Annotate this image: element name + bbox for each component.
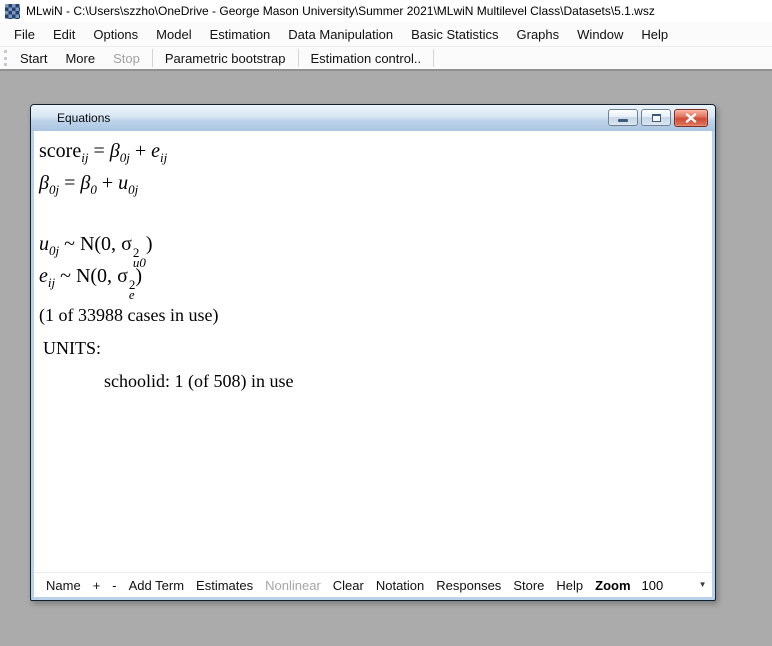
equations-minus-button[interactable]: - bbox=[106, 575, 122, 596]
restore-icon bbox=[652, 114, 661, 122]
equations-window: Equations bbox=[30, 104, 716, 601]
mlwin-main-window: MLwiN - C:\Users\szzho\OneDrive - George… bbox=[0, 0, 772, 646]
equations-nonlinear-button: Nonlinear bbox=[259, 575, 327, 596]
menu-estimation[interactable]: Estimation bbox=[201, 22, 280, 46]
equations-help-button[interactable]: Help bbox=[550, 575, 589, 596]
estimation-toolbar: StartMoreStop Parametric bootstrap Estimat… bbox=[0, 47, 772, 71]
main-titlebar[interactable]: MLwiN - C:\Users\szzho\OneDrive - George… bbox=[0, 0, 772, 22]
toolbar-grip-handle[interactable] bbox=[4, 50, 7, 66]
minimize-button[interactable] bbox=[608, 109, 638, 126]
zoom-label: Zoom bbox=[589, 578, 634, 593]
toolbar-more-button[interactable]: More bbox=[56, 48, 104, 68]
zoom-combobox[interactable]: 100 ▼ bbox=[637, 576, 711, 595]
zoom-value: 100 bbox=[642, 578, 664, 593]
equations-titlebar[interactable]: Equations bbox=[31, 105, 715, 131]
equations-estimates-button[interactable]: Estimates bbox=[190, 575, 259, 596]
mdi-workspace: Equations bbox=[0, 71, 772, 646]
equation-intercept-line[interactable]: β0j = β0 + u0j bbox=[39, 170, 712, 202]
equations-content-area: scoreij = β0j + eij β0j = β0 + u0j u0j ~… bbox=[34, 131, 712, 572]
mlwin-app-icon bbox=[5, 4, 20, 19]
close-icon bbox=[685, 113, 697, 123]
cases-in-use-text: (1 of 33988 cases in use) bbox=[39, 302, 712, 328]
toolbar-separator bbox=[298, 49, 299, 67]
equations-plus-button[interactable]: + bbox=[87, 575, 107, 596]
minimize-icon bbox=[618, 119, 628, 122]
window-controls bbox=[608, 109, 708, 127]
menu-model[interactable]: Model bbox=[147, 22, 200, 46]
equations-add-term-button[interactable]: Add Term bbox=[123, 575, 190, 596]
menu-data-manipulation[interactable]: Data Manipulation bbox=[279, 22, 402, 46]
equations-toolbar-buttons: Name+-Add TermEstimatesNonlinearClearNot… bbox=[40, 575, 589, 596]
main-window-title: MLwiN - C:\Users\szzho\OneDrive - George… bbox=[26, 4, 655, 18]
menu-basic-statistics[interactable]: Basic Statistics bbox=[402, 22, 507, 46]
equation-level2-variance-line[interactable]: u0j ~ N(0, σ2u0) bbox=[39, 231, 712, 263]
equations-responses-button[interactable]: Responses bbox=[430, 575, 507, 596]
toolbar-separator bbox=[433, 49, 434, 67]
equations-window-title: Equations bbox=[57, 111, 110, 125]
chevron-down-icon: ▼ bbox=[699, 581, 707, 589]
equation-level1-variance-line[interactable]: eij ~ N(0, σ2e) bbox=[39, 263, 712, 295]
equations-name-button[interactable]: Name bbox=[40, 575, 87, 596]
equations-toolbar: Name+-Add TermEstimatesNonlinearClearNot… bbox=[34, 572, 712, 597]
menu-help[interactable]: Help bbox=[632, 22, 677, 46]
menu-edit[interactable]: Edit bbox=[44, 22, 84, 46]
menu-options[interactable]: Options bbox=[84, 22, 147, 46]
equations-notation-button[interactable]: Notation bbox=[370, 575, 430, 596]
menu-graphs[interactable]: Graphs bbox=[508, 22, 569, 46]
equations-clear-button[interactable]: Clear bbox=[327, 575, 370, 596]
toolbar-parametric-bootstrap-button[interactable]: Parametric bootstrap bbox=[156, 48, 295, 68]
menubar: FileEditOptionsModelEstimationData Manip… bbox=[0, 22, 772, 47]
restore-button[interactable] bbox=[641, 109, 671, 126]
units-schoolid-detail: schoolid: 1 (of 508) in use bbox=[104, 368, 712, 394]
equations-store-button[interactable]: Store bbox=[507, 575, 550, 596]
toolbar-estimation-control-button[interactable]: Estimation control.. bbox=[302, 48, 431, 68]
units-heading: UNITS: bbox=[43, 335, 712, 361]
toolbar-stop-button: Stop bbox=[104, 48, 149, 68]
equation-response-line[interactable]: scoreij = β0j + eij bbox=[39, 138, 712, 170]
toolbar-separator bbox=[152, 49, 153, 67]
toolbar-start-button[interactable]: Start bbox=[11, 48, 56, 68]
close-button[interactable] bbox=[674, 109, 708, 127]
menu-file[interactable]: File bbox=[5, 22, 44, 46]
menu-window[interactable]: Window bbox=[568, 22, 632, 46]
